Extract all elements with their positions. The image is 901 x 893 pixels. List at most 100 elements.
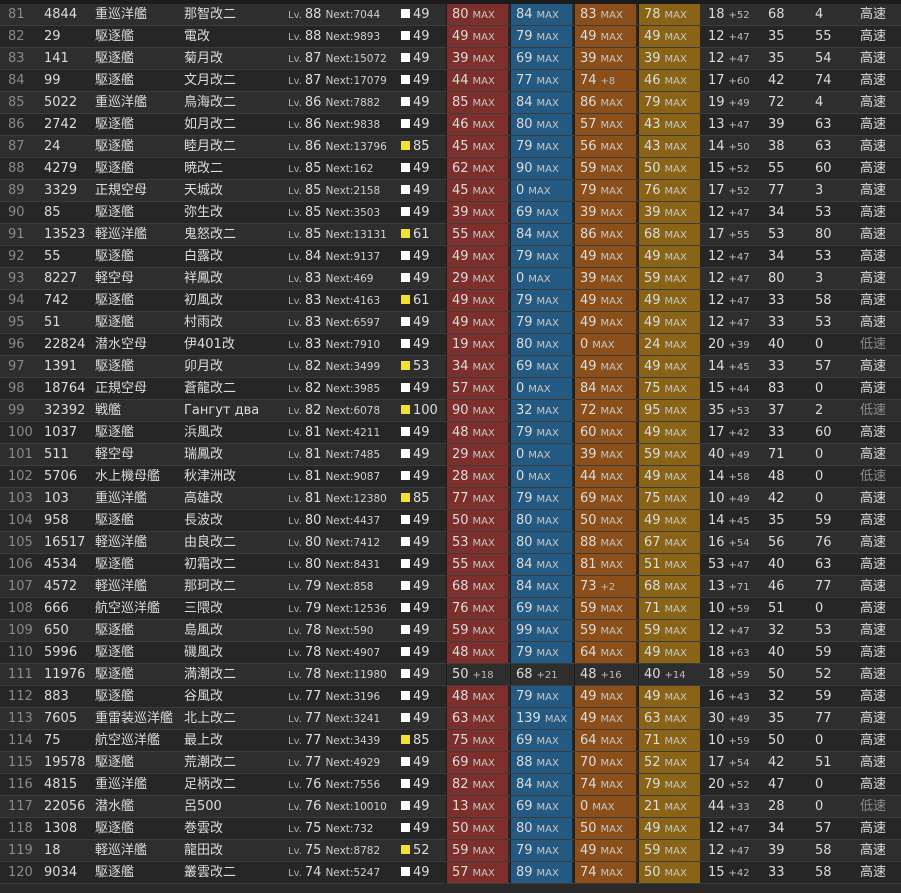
max-label: MAX bbox=[536, 846, 559, 857]
max-label: MAX bbox=[600, 164, 623, 175]
anti-air-value: 39 bbox=[580, 447, 597, 462]
table-row[interactable]: 116 4815 重巡洋艦 足柄改二 Lv. 76 Next:7556 49 82 MAX 84 MA… bbox=[0, 774, 901, 796]
evasion-remaining: +52 bbox=[728, 780, 750, 791]
condition-cell: 49 bbox=[396, 642, 446, 663]
condition-indicator-icon bbox=[401, 207, 410, 216]
next-exp: Next:3241 bbox=[325, 713, 381, 725]
table-row[interactable]: 113 7605 重雷装巡洋艦 北上改二 Lv. 77 Next:3241 49 63 MAX 13… bbox=[0, 708, 901, 730]
table-row[interactable]: 115 19578 駆逐艦 荒潮改二 Lv. 77 Next:4929 49 69 MAX 88 MA… bbox=[0, 752, 901, 774]
table-row[interactable]: 102 5706 水上機母艦 秋津洲改 Lv. 81 Next:9087 49 28 MAX 0 MA… bbox=[0, 466, 901, 488]
firepower-value: 55 bbox=[452, 557, 469, 572]
speed-value: 高速 bbox=[860, 7, 887, 22]
firepower-value: 45 bbox=[452, 183, 469, 198]
table-row[interactable]: 118 1308 駆逐艦 巻雲改 Lv. 75 Next:732 49 50 MAX 80 MAX 50… bbox=[0, 818, 901, 840]
condition-value: 61 bbox=[413, 227, 430, 242]
table-row[interactable]: 108 666 航空巡洋艦 三隈改 Lv. 79 Next:12536 49 76 MAX 69 MA… bbox=[0, 598, 901, 620]
max-label: MAX bbox=[472, 230, 495, 241]
asw-value: 51 bbox=[768, 601, 785, 616]
firepower-cell: 68 MAX bbox=[446, 576, 508, 597]
evasion-value: 20 bbox=[708, 777, 725, 792]
level-prefix: Lv. bbox=[288, 626, 302, 637]
ship-type: 軽巡洋艦 bbox=[95, 579, 148, 594]
table-row[interactable]: 89 3329 正規空母 天城改 Lv. 85 Next:2158 49 45 MAX 0 MAX 79… bbox=[0, 180, 901, 202]
speed-value: 高速 bbox=[860, 513, 887, 528]
table-row[interactable]: 91 13523 軽巡洋艦 鬼怒改二 Lv. 85 Next:13131 61 55 MAX 84 M… bbox=[0, 224, 901, 246]
table-row[interactable]: 82 29 駆逐艦 電改 Lv. 88 Next:9893 49 49 MAX 79 MAX 49 MAX… bbox=[0, 26, 901, 48]
max-label: MAX bbox=[536, 252, 559, 263]
table-row[interactable]: 90 85 駆逐艦 弥生改 Lv. 85 Next:3503 49 39 MAX 69 MAX 39 MA… bbox=[0, 202, 901, 224]
table-row[interactable]: 93 8227 軽空母 祥鳳改 Lv. 83 Next:469 49 29 MAX 0 MAX 39 MA… bbox=[0, 268, 901, 290]
firepower-value: 29 bbox=[452, 271, 469, 286]
table-row[interactable]: 81 4844 重巡洋艦 那智改二 Lv. 88 Next:7044 49 80 MAX 84 MAX… bbox=[0, 4, 901, 26]
table-row[interactable]: 100 1037 駆逐艦 浜風改 Lv. 81 Next:4211 49 48 MAX 79 MAX 6… bbox=[0, 422, 901, 444]
los-value: 0 bbox=[815, 733, 824, 748]
table-row[interactable]: 111 11976 駆逐艦 満潮改二 Lv. 78 Next:11980 49 50 +18 68 +… bbox=[0, 664, 901, 686]
table-row[interactable]: 84 99 駆逐艦 文月改二 Lv. 87 Next:17079 49 44 MAX 77 MAX 74… bbox=[0, 70, 901, 92]
table-row[interactable]: 109 650 駆逐艦 島風改 Lv. 78 Next:590 49 59 MAX 99 MAX 59 M… bbox=[0, 620, 901, 642]
max-label: MAX bbox=[528, 274, 551, 285]
row-number: 85 bbox=[8, 95, 25, 110]
table-row[interactable]: 83 141 駆逐艦 菊月改 Lv. 87 Next:15072 49 39 MAX 69 MAX 39… bbox=[0, 48, 901, 70]
max-label: MAX bbox=[664, 384, 687, 395]
max-label: MAX bbox=[664, 626, 687, 637]
table-row[interactable]: 110 5996 駆逐艦 磯風改 Lv. 78 Next:4907 49 48 MAX 79 MAX 6… bbox=[0, 642, 901, 664]
table-row[interactable]: 119 18 軽巡洋艦 龍田改 Lv. 75 Next:8782 52 59 MAX 79 MAX 49… bbox=[0, 840, 901, 862]
evasion-value: 40 bbox=[708, 447, 725, 462]
next-exp: Next:590 bbox=[325, 625, 374, 637]
los-value: 0 bbox=[815, 381, 824, 396]
ship-name: 電改 bbox=[184, 29, 211, 44]
table-row[interactable]: 85 5022 重巡洋艦 鳥海改二 Lv. 86 Next:7882 49 85 MAX 84 MAX… bbox=[0, 92, 901, 114]
evasion-value: 15 bbox=[708, 865, 725, 880]
anti-air-remaining: +8 bbox=[600, 76, 616, 87]
max-label: MAX bbox=[664, 824, 687, 835]
condition-value: 49 bbox=[413, 711, 430, 726]
anti-air-cell: 49 MAX bbox=[574, 26, 636, 47]
table-row[interactable]: 120 9034 駆逐艦 叢雲改二 Lv. 74 Next:5247 49 57 MAX 89 MAX… bbox=[0, 862, 901, 884]
torpedo-cell: 77 MAX bbox=[510, 70, 572, 91]
condition-cell: 49 bbox=[396, 70, 446, 91]
evasion-value: 16 bbox=[708, 535, 725, 550]
condition-indicator-icon bbox=[401, 405, 410, 414]
max-label: MAX bbox=[536, 604, 559, 615]
torpedo-value: 0 bbox=[516, 381, 525, 396]
table-row[interactable]: 95 51 駆逐艦 村雨改 Lv. 83 Next:6597 49 49 MAX 79 MAX 49 MA… bbox=[0, 312, 901, 334]
max-label: MAX bbox=[664, 560, 687, 571]
table-row[interactable]: 107 4572 軽巡洋艦 那珂改二 Lv. 79 Next:858 49 68 MAX 84 MAX… bbox=[0, 576, 901, 598]
ship-name: 足柄改二 bbox=[184, 777, 237, 792]
table-row[interactable]: 103 103 重巡洋艦 高雄改 Lv. 81 Next:12380 85 77 MAX 79 MAX… bbox=[0, 488, 901, 510]
next-exp: Next:858 bbox=[325, 581, 374, 593]
level-prefix: Lv. bbox=[288, 274, 302, 285]
table-row[interactable]: 96 22824 潜水空母 伊401改 Lv. 83 Next:7910 49 19 MAX 80 M… bbox=[0, 334, 901, 356]
evasion-value: 10 bbox=[708, 601, 725, 616]
table-row[interactable]: 106 4534 駆逐艦 初霜改二 Lv. 80 Next:8431 49 55 MAX 84 MAX… bbox=[0, 554, 901, 576]
row-number: 82 bbox=[8, 29, 25, 44]
evasion-remaining: +49 bbox=[728, 450, 750, 461]
level-prefix: Lv. bbox=[288, 32, 302, 43]
asw-value: 35 bbox=[768, 513, 785, 528]
table-row[interactable]: 104 958 駆逐艦 長波改 Lv. 80 Next:4437 49 50 MAX 80 MAX 50… bbox=[0, 510, 901, 532]
table-row[interactable]: 94 742 駆逐艦 初風改 Lv. 83 Next:4163 61 49 MAX 79 MAX 49 M… bbox=[0, 290, 901, 312]
los-value: 3 bbox=[815, 183, 824, 198]
table-row[interactable]: 88 4279 駆逐艦 暁改二 Lv. 85 Next:162 49 62 MAX 90 MAX 59 M… bbox=[0, 158, 901, 180]
table-row[interactable]: 97 1391 駆逐艦 卯月改 Lv. 82 Next:3499 53 34 MAX 69 MAX 49… bbox=[0, 356, 901, 378]
table-row[interactable]: 92 55 駆逐艦 白露改 Lv. 84 Next:9137 49 49 MAX 79 MAX 49 MA… bbox=[0, 246, 901, 268]
table-row[interactable]: 86 2742 駆逐艦 如月改二 Lv. 86 Next:9838 49 46 MAX 80 MAX 5… bbox=[0, 114, 901, 136]
firepower-cell: 39 MAX bbox=[446, 202, 508, 223]
asw-value: 32 bbox=[768, 689, 785, 704]
armor-cell: 59 MAX bbox=[638, 268, 700, 289]
armor-value: 59 bbox=[644, 623, 661, 638]
armor-value: 52 bbox=[644, 755, 661, 770]
table-row[interactable]: 98 18764 正規空母 蒼龍改二 Lv. 82 Next:3985 49 57 MAX 0 MAX… bbox=[0, 378, 901, 400]
anti-air-cell: 60 MAX bbox=[574, 422, 636, 443]
table-row[interactable]: 114 75 航空巡洋艦 最上改 Lv. 77 Next:3439 85 75 MAX 69 MAX 6… bbox=[0, 730, 901, 752]
table-row[interactable]: 99 32392 戦艦 Гангут два Lv. 82 Next:6078 100 90 MA… bbox=[0, 400, 901, 422]
los-value: 77 bbox=[815, 579, 832, 594]
table-row[interactable]: 112 883 駆逐艦 谷風改 Lv. 77 Next:3196 49 48 MAX 79 MAX 49… bbox=[0, 686, 901, 708]
table-row[interactable]: 117 22056 潜水艦 呂500 Lv. 76 Next:10010 49 13 MAX 69 M… bbox=[0, 796, 901, 818]
firepower-value: 49 bbox=[452, 29, 469, 44]
table-row[interactable]: 101 511 軽空母 瑞鳳改 Lv. 81 Next:7485 49 29 MAX 0 MAX 39 M… bbox=[0, 444, 901, 466]
asw-value: 56 bbox=[768, 535, 785, 550]
table-row[interactable]: 105 16517 軽巡洋艦 由良改二 Lv. 80 Next:7412 49 53 MAX 80 M… bbox=[0, 532, 901, 554]
level-prefix: Lv. bbox=[288, 560, 302, 571]
table-row[interactable]: 87 24 駆逐艦 睦月改二 Lv. 86 Next:13796 85 45 MAX 79 MAX 56… bbox=[0, 136, 901, 158]
